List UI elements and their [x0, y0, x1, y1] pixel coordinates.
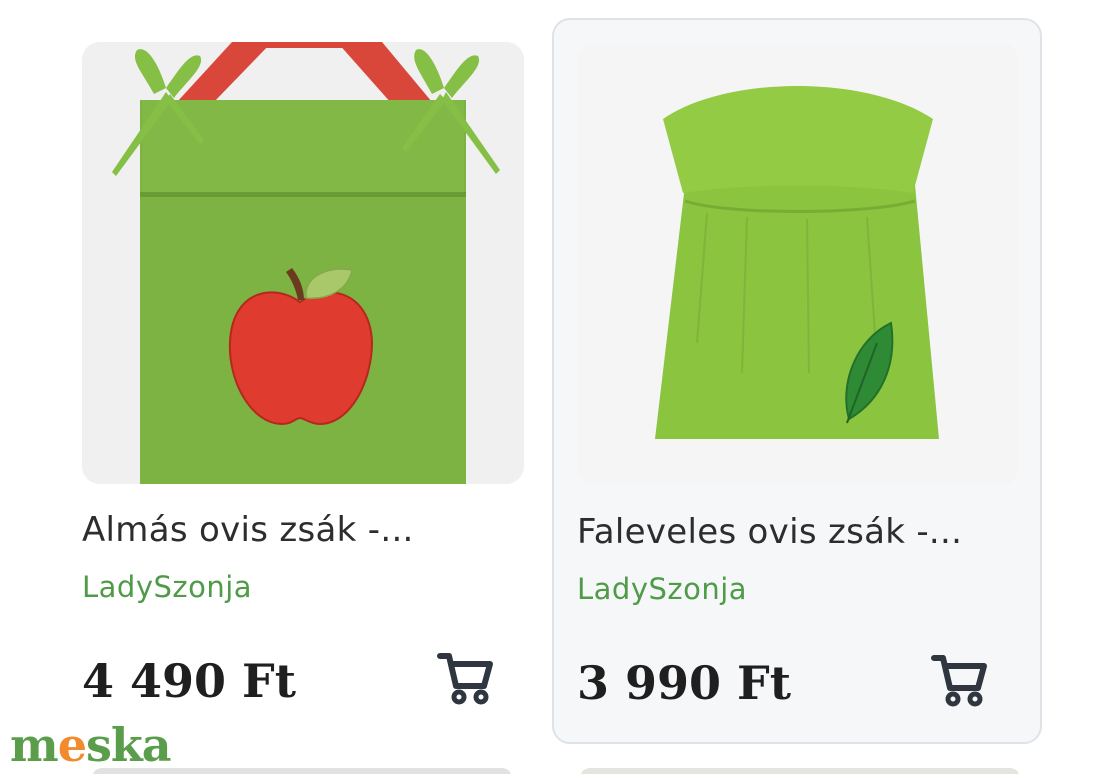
- product-title[interactable]: Faleveles ovis zsák -...: [577, 512, 997, 552]
- product-price: 3 990 Ft: [577, 656, 791, 710]
- seller-name-link[interactable]: LadySzonja: [82, 570, 252, 604]
- next-card-edge: [580, 768, 1020, 774]
- product-title[interactable]: Almás ovis zsák -...: [82, 510, 502, 550]
- logo-text-ska: ska: [85, 718, 172, 772]
- product-image[interactable]: [82, 42, 524, 484]
- product-image[interactable]: [577, 43, 1019, 485]
- seller-name-link[interactable]: LadySzonja: [577, 572, 747, 606]
- meska-logo[interactable]: meska: [10, 718, 172, 772]
- logo-text-m: m: [10, 718, 59, 772]
- product-price: 4 490 Ft: [82, 654, 296, 708]
- apple-bag-image: [82, 42, 524, 484]
- leaf-bag-image: [577, 43, 1019, 485]
- cart-icon: [931, 655, 987, 707]
- product-card[interactable]: Almás ovis zsák -... LadySzonja 4 490 Ft: [60, 18, 546, 744]
- logo-text-e: e: [57, 718, 87, 772]
- cart-icon: [437, 653, 493, 705]
- product-card-selected[interactable]: Faleveles ovis zsák -... LadySzonja 3 99…: [552, 18, 1042, 744]
- add-to-cart-button[interactable]: [432, 644, 500, 712]
- product-grid: Almás ovis zsák -... LadySzonja 4 490 Ft: [0, 0, 1100, 774]
- add-to-cart-button[interactable]: [926, 646, 994, 714]
